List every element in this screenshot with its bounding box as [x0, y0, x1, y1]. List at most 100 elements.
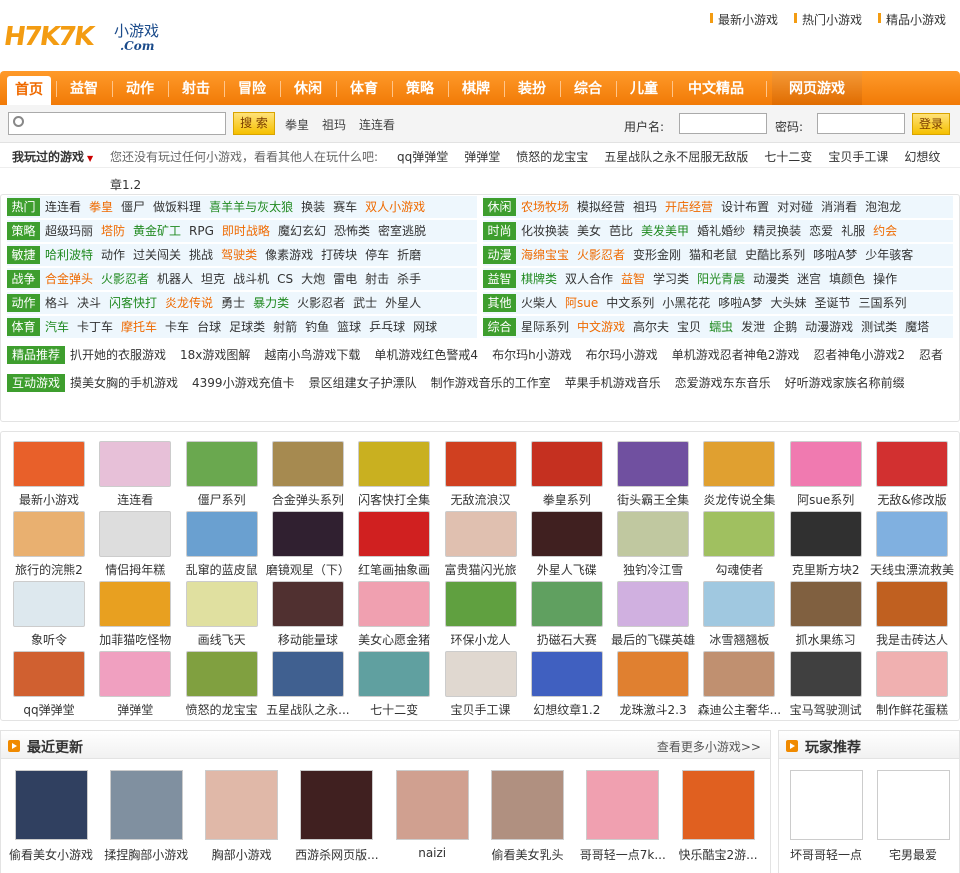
game-thumbnail[interactable]: [617, 511, 690, 557]
game-tile[interactable]: 最新小游戏: [7, 435, 91, 507]
category-link[interactable]: 哆啦A梦: [718, 292, 762, 314]
game-tile[interactable]: 富贵猫闪光旅: [439, 505, 523, 577]
category-link[interactable]: 阿sue: [565, 292, 598, 314]
game-tile[interactable]: 宝贝手工课: [439, 645, 523, 717]
recent-game[interactable]: 偷看美女小游戏: [6, 770, 96, 863]
game-tile[interactable]: 克里斯方块2: [784, 505, 868, 577]
category-link[interactable]: 忍者: [919, 344, 943, 366]
category-link[interactable]: 雷电: [333, 268, 357, 290]
category-link[interactable]: CS: [277, 268, 293, 290]
game-thumbnail[interactable]: [13, 581, 85, 627]
game-title[interactable]: 龙珠激斗2.3: [611, 701, 695, 718]
game-tile[interactable]: 磨镜观星（下）: [266, 505, 350, 577]
category-link[interactable]: 婚礼婚纱: [697, 220, 745, 242]
category-link[interactable]: 迷宫: [797, 268, 821, 290]
category-link[interactable]: 魔幻玄幻: [278, 220, 326, 242]
played-game-link[interactable]: 愤怒的龙宝宝: [516, 148, 588, 165]
category-link[interactable]: 打砖块: [321, 244, 357, 266]
category-link[interactable]: 坦克: [201, 268, 225, 290]
category-link[interactable]: 4399小游戏充值卡: [192, 372, 295, 394]
recent-game[interactable]: 偷看美女乳头: [483, 770, 573, 863]
category-link[interactable]: 拳皇: [89, 196, 113, 218]
category-link[interactable]: 填颜色: [829, 268, 865, 290]
category-link[interactable]: 海绵宝宝: [521, 244, 569, 266]
game-title[interactable]: 七十二变: [352, 701, 436, 718]
played-game-link[interactable]: 七十二变: [764, 148, 812, 165]
game-thumbnail[interactable]: [444, 511, 517, 557]
category-link[interactable]: 圣诞节: [815, 292, 851, 314]
game-thumbnail[interactable]: [185, 441, 258, 487]
category-link[interactable]: 发泄: [741, 316, 765, 338]
recent-game[interactable]: 快乐酷宝2游...: [673, 770, 763, 863]
game-thumbnail[interactable]: [703, 511, 776, 557]
game-tile[interactable]: 幻想纹章1.2: [525, 645, 609, 717]
game-title[interactable]: 幻想纹章1.2: [525, 701, 609, 718]
category-link[interactable]: 火影忍者: [577, 244, 625, 266]
site-logo[interactable]: H7K7K 小游戏 .Com: [2, 20, 176, 60]
category-link[interactable]: 僵尸: [121, 196, 145, 218]
category-link[interactable]: 泡泡龙: [865, 196, 901, 218]
game-thumbnail[interactable]: [586, 770, 660, 840]
game-thumbnail[interactable]: [789, 581, 862, 627]
category-link[interactable]: 闪客快打: [109, 292, 157, 314]
game-tile[interactable]: 炎龙传说全集: [697, 435, 781, 507]
category-link[interactable]: 越南小鸟游戏下载: [264, 344, 360, 366]
top-link-best[interactable]: 精品小游戏: [877, 11, 946, 28]
game-tile[interactable]: 天线虫漂流救美: [870, 505, 954, 577]
category-link[interactable]: 喜羊羊与灰太狼: [209, 196, 293, 218]
category-link[interactable]: 超级玛丽: [45, 220, 93, 242]
game-tile[interactable]: 街头霸王全集: [611, 435, 695, 507]
played-game-link[interactable]: 幻想纹: [904, 148, 940, 165]
category-link[interactable]: 好听游戏家族名称前缀: [785, 372, 905, 394]
category-link[interactable]: 做饭料理: [153, 196, 201, 218]
category-link[interactable]: 史酷比系列: [745, 244, 805, 266]
category-link[interactable]: 哆啦A梦: [813, 244, 857, 266]
category-link[interactable]: 射箭: [273, 316, 297, 338]
game-thumbnail[interactable]: [703, 581, 776, 627]
category-link[interactable]: 塔防: [101, 220, 125, 242]
category-link[interactable]: 赛车: [333, 196, 357, 218]
played-game-link[interactable]: 五星战队之永不屈服无敌版: [604, 148, 748, 165]
game-thumbnail[interactable]: [358, 441, 431, 487]
game-tile[interactable]: 象听令: [7, 575, 91, 647]
game-tile[interactable]: 画线飞天: [180, 575, 264, 647]
game-thumbnail[interactable]: [271, 581, 344, 627]
game-tile[interactable]: 制作鲜花蛋糕: [870, 645, 954, 717]
more-games-link[interactable]: 查看更多小游戏>>: [657, 738, 761, 755]
game-tile[interactable]: 龙珠激斗2.3: [611, 645, 695, 717]
category-link[interactable]: 三国系列: [859, 292, 907, 314]
game-thumbnail[interactable]: [681, 770, 755, 840]
played-title[interactable]: 我玩过的游戏 ▼: [12, 148, 93, 165]
category-link[interactable]: 设计布置: [721, 196, 769, 218]
category-link[interactable]: 恋爱游戏东东音乐: [675, 372, 771, 394]
game-thumbnail[interactable]: [271, 511, 344, 557]
category-link[interactable]: 布尔玛h小游戏: [492, 344, 572, 366]
game-thumbnail[interactable]: [444, 581, 517, 627]
category-link[interactable]: 挑战: [189, 244, 213, 266]
game-tile[interactable]: 无敌&修改版: [870, 435, 954, 507]
nav-item-webgames[interactable]: 网页游戏: [772, 71, 862, 105]
category-label[interactable]: 策略: [7, 222, 40, 240]
category-link[interactable]: 哈利波特: [45, 244, 93, 266]
nav-item[interactable]: 益智: [60, 71, 108, 105]
game-tile[interactable]: 情侣拇年糕: [93, 505, 177, 577]
nav-item[interactable]: 首页: [7, 76, 51, 105]
game-thumbnail[interactable]: [789, 511, 862, 557]
game-tile[interactable]: 最后的飞碟英雄: [611, 575, 695, 647]
category-link[interactable]: 暴力类: [253, 292, 289, 314]
category-label[interactable]: 其他: [483, 294, 516, 312]
category-link[interactable]: 猫和老鼠: [689, 244, 737, 266]
game-thumbnail[interactable]: [185, 511, 258, 557]
game-title[interactable]: 哥哥轻一点7k...: [578, 846, 668, 863]
game-thumbnail[interactable]: [530, 651, 603, 697]
game-thumbnail[interactable]: [99, 581, 172, 627]
password-field[interactable]: [817, 113, 905, 134]
category-link[interactable]: 精灵换装: [753, 220, 801, 242]
game-tile[interactable]: 五星战队之永...: [266, 645, 350, 717]
game-title[interactable]: 胸部小游戏: [197, 846, 287, 863]
game-tile[interactable]: 森迪公主奢华...: [697, 645, 781, 717]
category-label[interactable]: 精品推荐: [7, 346, 66, 364]
category-link[interactable]: 折磨: [397, 244, 421, 266]
nav-item[interactable]: 动作: [116, 71, 164, 105]
game-thumbnail[interactable]: [444, 441, 517, 487]
